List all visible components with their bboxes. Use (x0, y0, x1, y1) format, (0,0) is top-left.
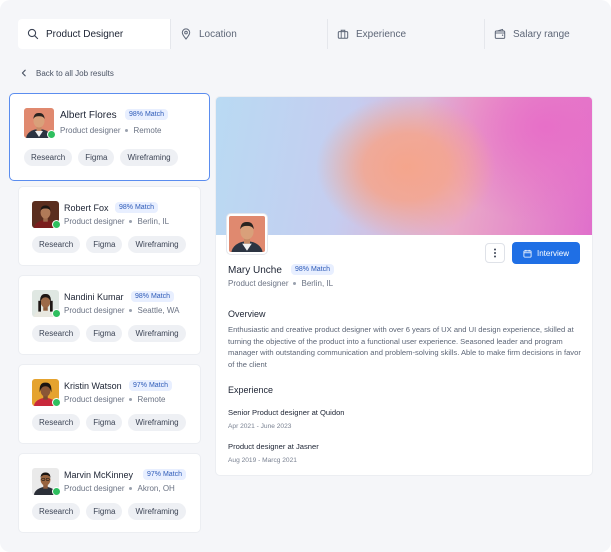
interview-button[interactable]: Interview (512, 242, 580, 264)
back-link-label: Back to all Job results (36, 68, 114, 78)
experience-item-title: Senior Product designer at Quidon (228, 408, 345, 417)
candidate-meta: Product designer Akron, OH (64, 484, 175, 493)
match-badge: 98% Match (115, 202, 159, 213)
tag-wireframing: Wireframing (128, 236, 186, 253)
salary-filter[interactable]: Salary range (484, 19, 593, 49)
profile-avatar (227, 214, 267, 254)
interview-button-label: Interview (536, 248, 569, 258)
candidate-name: Marvin McKinney (64, 470, 134, 480)
profile-banner (216, 97, 592, 235)
candidate-role: Product designer (64, 484, 125, 493)
experience-item-dates: Apr 2021 - June 2023 (228, 423, 292, 430)
tag-wireframing: Wireframing (128, 325, 186, 342)
experience-item-dates: Aug 2019 - Marcg 2021 (228, 457, 297, 464)
candidate-location: Remote (133, 126, 162, 135)
tag-figma: Figma (86, 236, 123, 253)
wallet-icon (494, 28, 506, 39)
salary-filter-label: Salary range (513, 28, 570, 40)
experience-filter-label: Experience (356, 28, 407, 40)
separator-dot (293, 282, 297, 285)
separator-dot (129, 309, 133, 312)
skill-tags: Research Figma Wireframing (24, 149, 178, 166)
candidate-name: Albert Flores (60, 110, 117, 121)
app-frame: Product Designer Location Experience Sal… (0, 0, 611, 552)
skill-tags: Research Figma Wireframing (32, 236, 186, 253)
online-status-indicator (47, 130, 56, 139)
profile-location: Berlin, IL (301, 279, 334, 288)
back-to-results-link[interactable]: Back to all Job results (20, 67, 114, 79)
candidate-location: Seattle, WA (137, 306, 180, 315)
separator-dot (125, 129, 129, 132)
match-badge: 98% Match (125, 109, 169, 120)
candidate-name: Nandini Kumar (64, 292, 124, 302)
overview-heading: Overview (228, 309, 266, 319)
separator-dot (129, 220, 133, 223)
tag-wireframing: Wireframing (128, 414, 186, 431)
candidate-role: Product designer (64, 395, 125, 404)
location-pin-icon (181, 28, 191, 40)
tag-figma: Figma (86, 414, 123, 431)
separator-dot (129, 398, 133, 401)
candidate-location: Berlin, IL (137, 217, 170, 226)
profile-role: Product designer (228, 279, 289, 288)
candidate-role: Product designer (64, 306, 125, 315)
location-filter[interactable]: Location (170, 19, 327, 49)
candidate-profile-panel: Interview Mary Unche 98% Match Product d… (215, 96, 593, 476)
candidate-role: Product designer (60, 126, 121, 135)
briefcase-icon (337, 29, 349, 39)
skill-tags: Research Figma Wireframing (32, 325, 186, 342)
candidate-role: Product designer (64, 217, 125, 226)
tag-figma: Figma (78, 149, 115, 166)
candidate-name: Robert Fox (64, 203, 109, 213)
match-badge: 98% Match (131, 291, 175, 302)
more-options-button[interactable] (485, 243, 505, 263)
tag-figma: Figma (86, 325, 123, 342)
tag-research: Research (24, 149, 73, 166)
profile-match-badge: 98% Match (291, 264, 335, 275)
experience-heading: Experience (228, 385, 274, 395)
profile-name: Mary Unche (228, 265, 282, 276)
overview-text: Enthusiastic and creative product design… (228, 325, 581, 369)
candidate-card-nandini-kumar[interactable]: Nandini Kumar 98% Match Product designer… (18, 275, 201, 355)
match-badge: 97% Match (143, 469, 187, 480)
tag-wireframing: Wireframing (120, 149, 178, 166)
more-vertical-icon (494, 248, 496, 258)
match-badge: 97% Match (129, 380, 173, 391)
candidate-meta: Product designer Berlin, IL (64, 217, 169, 226)
candidate-card-kristin-watson[interactable]: Kristin Watson 97% Match Product designe… (18, 364, 201, 444)
candidate-name: Kristin Watson (64, 381, 122, 391)
experience-filter[interactable]: Experience (327, 19, 484, 49)
tag-research: Research (32, 414, 81, 431)
tag-research: Research (32, 236, 81, 253)
skill-tags: Research Figma Wireframing (32, 503, 186, 520)
tag-figma: Figma (86, 503, 123, 520)
tag-research: Research (32, 503, 81, 520)
online-status-indicator (52, 487, 61, 496)
candidate-meta: Product designer Seattle, WA (64, 306, 179, 315)
candidate-card-marvin-mckinney[interactable]: Marvin McKinney 97% Match Product design… (18, 453, 201, 533)
search-bar: Product Designer Location Experience Sal… (18, 19, 593, 49)
search-input[interactable]: Product Designer (18, 19, 170, 49)
chevron-left-icon (21, 69, 26, 77)
candidate-location: Remote (137, 395, 166, 404)
candidate-meta: Product designer Remote (64, 395, 166, 404)
online-status-indicator (52, 309, 61, 318)
experience-item-title: Product designer at Jasner (228, 442, 319, 451)
search-icon (27, 28, 39, 40)
candidate-card-albert-flores[interactable]: Albert Flores 98% Match Product designer… (9, 93, 210, 181)
candidate-meta: Product designer Remote (60, 126, 162, 135)
profile-meta: Product designer Berlin, IL (228, 279, 333, 288)
online-status-indicator (52, 220, 61, 229)
separator-dot (129, 487, 133, 490)
tag-wireframing: Wireframing (128, 503, 186, 520)
online-status-indicator (52, 398, 61, 407)
location-filter-label: Location (199, 28, 237, 40)
tag-research: Research (32, 325, 81, 342)
candidate-location: Akron, OH (137, 484, 175, 493)
calendar-icon (523, 249, 532, 258)
candidate-card-robert-fox[interactable]: Robert Fox 98% Match Product designer Be… (18, 186, 201, 266)
skill-tags: Research Figma Wireframing (32, 414, 186, 431)
search-input-value: Product Designer (46, 28, 124, 40)
